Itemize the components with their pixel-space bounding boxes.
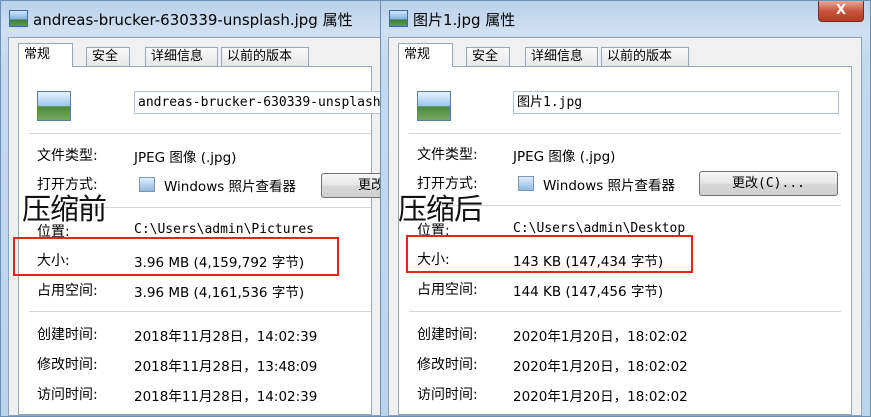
created-label: 创建时间: <box>37 327 98 343</box>
divider <box>409 311 841 312</box>
tab-security[interactable]: 安全 <box>466 47 510 66</box>
divider <box>29 311 371 312</box>
opens-with-value: Windows 照片查看器 <box>543 178 676 194</box>
tab-details[interactable]: 详细信息 <box>525 47 598 66</box>
tab-details[interactable]: 详细信息 <box>145 47 218 66</box>
image-file-icon <box>9 10 28 27</box>
filename-input[interactable]: 图片1.jpg <box>513 91 839 114</box>
size-highlight-box-before <box>13 237 339 276</box>
file-type-value: JPEG 图像 (.jpg) <box>134 150 237 166</box>
size-on-disk-label: 占用空间: <box>417 282 478 298</box>
accessed-label: 访问时间: <box>417 387 478 403</box>
tab-security[interactable]: 安全 <box>86 47 130 66</box>
size-highlight-box-after <box>406 235 693 273</box>
jpeg-thumbnail-icon <box>37 91 71 121</box>
modified-value: 2020年1月20日，18:02:02 <box>513 359 688 375</box>
photo-viewer-icon <box>518 176 534 191</box>
tab-previous-versions[interactable]: 以前的版本 <box>601 47 689 66</box>
accessed-label: 访问时间: <box>37 387 98 403</box>
modified-value: 2018年11月28日，13:48:09 <box>134 359 318 375</box>
size-on-disk-value: 3.96 MB (4,161,536 字节) <box>134 285 305 301</box>
created-label: 创建时间: <box>417 327 478 343</box>
after-compression-caption: 压缩后 <box>398 192 483 226</box>
divider <box>409 133 841 134</box>
location-value: C:\Users\admin\Pictures <box>134 222 315 237</box>
file-type-label: 文件类型: <box>417 147 478 163</box>
image-file-icon <box>389 10 408 27</box>
title-bar[interactable]: andreas-brucker-630339-unsplash.jpg 属性 <box>1 1 380 35</box>
file-type-value: JPEG 图像 (.jpg) <box>513 149 616 165</box>
modified-label: 修改时间: <box>37 357 98 373</box>
size-on-disk-label: 占用空间: <box>37 283 98 299</box>
accessed-value: 2018年11月28日，14:02:39 <box>134 389 318 405</box>
modified-label: 修改时间: <box>417 357 478 373</box>
created-value: 2018年11月28日，14:02:39 <box>134 329 318 345</box>
title-bar[interactable]: 图片1.jpg 属性 X <box>381 1 870 35</box>
opens-with-value: Windows 照片查看器 <box>164 179 297 195</box>
tab-previous-versions[interactable]: 以前的版本 <box>221 47 309 66</box>
tab-general[interactable]: 常规 <box>398 43 453 67</box>
close-button[interactable]: X <box>818 1 864 22</box>
size-on-disk-value: 144 KB (147,456 字节) <box>513 284 664 300</box>
filename-input[interactable]: andreas-brucker-630339-unsplash <box>134 91 380 114</box>
created-value: 2020年1月20日，18:02:02 <box>513 329 688 345</box>
window-title: andreas-brucker-630339-unsplash.jpg 属性 <box>33 11 353 29</box>
tab-general[interactable]: 常规 <box>18 43 73 67</box>
divider <box>29 133 371 134</box>
accessed-value: 2020年1月20日，18:02:02 <box>513 389 688 405</box>
before-compression-caption: 压缩前 <box>22 192 107 226</box>
jpeg-thumbnail-icon <box>417 91 451 121</box>
file-type-label: 文件类型: <box>37 148 98 164</box>
photo-viewer-icon <box>139 177 155 192</box>
change-button[interactable]: 更改 <box>321 173 380 198</box>
change-button[interactable]: 更改(C)... <box>699 171 838 196</box>
location-value: C:\Users\admin\Desktop <box>513 221 686 236</box>
window-title: 图片1.jpg 属性 <box>413 11 516 29</box>
